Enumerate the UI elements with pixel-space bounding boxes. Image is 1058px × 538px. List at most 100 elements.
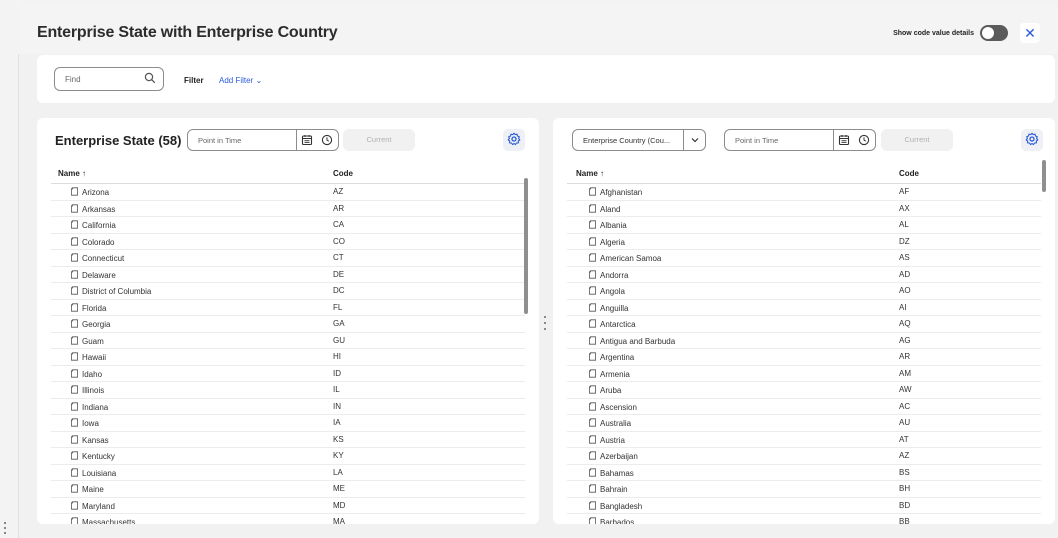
table-row[interactable]: Iowa IA <box>51 415 525 432</box>
table-row[interactable]: Andorra AD <box>567 267 1041 283</box>
row-code: AS <box>899 253 910 262</box>
code-value-toggle[interactable] <box>980 25 1008 41</box>
code-value-icon <box>588 269 597 281</box>
chevron-down-icon[interactable] <box>689 134 701 148</box>
code-value-icon <box>588 335 597 347</box>
table-row[interactable]: Australia AU <box>567 415 1041 432</box>
code-value-icon <box>588 484 597 495</box>
row-name-cell: Bahamas <box>588 467 634 479</box>
table-row[interactable]: Anguilla AI <box>567 300 1041 316</box>
current-button[interactable]: Current <box>343 129 415 151</box>
table-row[interactable]: Louisiana LA <box>51 465 525 481</box>
table-row[interactable]: Kentucky KY <box>51 448 525 465</box>
clock-icon[interactable] <box>321 134 333 148</box>
settings-button[interactable] <box>503 129 525 151</box>
column-header-code[interactable]: Code <box>899 169 919 178</box>
table-row[interactable]: Connecticut CT <box>51 250 525 267</box>
table-row[interactable]: Afghanistan AF <box>567 184 1041 201</box>
column-header-code[interactable]: Code <box>333 169 353 178</box>
table-row[interactable]: Bahamas BS <box>567 465 1041 481</box>
column-header-name[interactable]: Name ↑ <box>58 169 86 178</box>
row-name: Arkansas <box>82 204 116 214</box>
table-row[interactable]: Aruba AW <box>567 382 1041 399</box>
point-in-time-input[interactable]: Point in Time <box>724 129 876 151</box>
row-code: AR <box>333 203 345 213</box>
row-name-cell: California <box>70 220 116 231</box>
current-button[interactable]: Current <box>881 129 953 151</box>
table-row[interactable]: Kansas KS <box>51 432 525 448</box>
table-row[interactable]: Algeria DZ <box>567 234 1041 250</box>
row-name-cell: Arizona <box>70 187 109 198</box>
table-row[interactable]: Colorado CO <box>51 234 525 250</box>
code-value-icon <box>70 286 79 297</box>
table-row[interactable]: Georgia GA <box>51 316 525 333</box>
row-name-cell: Austria <box>588 434 625 446</box>
table-row[interactable]: Guam GU <box>51 333 525 349</box>
table-row[interactable]: Angola AO <box>567 283 1041 300</box>
table-row[interactable]: Barbados BB <box>567 514 1041 524</box>
table-row[interactable]: Austria AT <box>567 432 1041 448</box>
code-value-icon <box>70 269 79 281</box>
calendar-icon[interactable] <box>838 134 850 148</box>
row-code: AZ <box>333 187 344 196</box>
calendar-icon[interactable] <box>301 134 313 148</box>
row-code: GA <box>333 319 345 328</box>
table-row[interactable]: District of Columbia DC <box>51 283 525 300</box>
code-value-icon <box>588 286 597 297</box>
table-row[interactable]: Antarctica AQ <box>567 316 1041 333</box>
row-name: Algeria <box>600 237 625 247</box>
row-code: AT <box>899 434 909 444</box>
search-icon[interactable] <box>144 72 156 86</box>
table-row[interactable]: Hawaii HI <box>51 349 525 366</box>
row-name: Aruba <box>600 386 622 395</box>
table-row[interactable]: Arkansas AR <box>51 201 525 217</box>
table-row[interactable]: Delaware DE <box>51 267 525 283</box>
table-row[interactable]: Azerbaijan AZ <box>567 448 1041 465</box>
table-row[interactable]: American Samoa AS <box>567 250 1041 267</box>
resize-handle[interactable] <box>3 522 7 534</box>
panel-splitter-handle[interactable] <box>543 316 547 330</box>
table-row[interactable]: Albania AL <box>567 217 1041 234</box>
table-row[interactable]: Massachusetts MA <box>51 514 525 524</box>
code-value-icon <box>588 253 597 264</box>
divider <box>683 129 684 151</box>
row-name-cell: Anguilla <box>588 302 628 314</box>
row-name: Idaho <box>82 369 103 379</box>
entity-select[interactable]: Enterprise Country (Cou... <box>572 129 706 151</box>
row-name: Bahrain <box>600 485 628 494</box>
table-row[interactable]: Illinois IL <box>51 382 525 399</box>
row-name-cell: Arkansas <box>70 203 116 215</box>
table-row[interactable]: Bahrain BH <box>567 481 1041 498</box>
settings-button[interactable] <box>1021 129 1043 151</box>
clock-icon[interactable] <box>858 134 870 148</box>
close-button[interactable]: ✕ <box>1020 23 1040 43</box>
divider <box>833 129 834 151</box>
table-row[interactable]: California CA <box>51 217 525 234</box>
table-row[interactable]: Antigua and Barbuda AG <box>567 333 1041 349</box>
table-row[interactable]: Argentina AR <box>567 349 1041 366</box>
row-code: KS <box>333 434 344 444</box>
code-value-icon <box>70 385 79 396</box>
table-row[interactable]: Bangladesh BD <box>567 498 1041 514</box>
table-row[interactable]: Aland AX <box>567 201 1041 217</box>
column-header-name[interactable]: Name ↑ <box>576 169 604 178</box>
row-name: Azerbaijan <box>600 452 638 461</box>
scrollbar[interactable] <box>524 178 528 314</box>
table-row[interactable]: Armenia AM <box>567 366 1041 382</box>
row-name-cell: Armenia <box>588 368 630 380</box>
search-input[interactable]: Find <box>54 67 164 91</box>
table-row[interactable]: Florida FL <box>51 300 525 316</box>
table-row[interactable]: Maryland MD <box>51 498 525 514</box>
table-row[interactable]: Ascension AC <box>567 399 1041 415</box>
add-filter-button[interactable]: Add Filter ⌄ <box>219 76 262 85</box>
row-name: Guam <box>82 336 104 346</box>
point-in-time-input[interactable]: Point in Time <box>187 129 339 151</box>
scrollbar[interactable] <box>1042 160 1046 192</box>
table-row[interactable]: Idaho ID <box>51 366 525 382</box>
gear-icon <box>507 132 521 148</box>
table-row[interactable]: Arizona AZ <box>51 184 525 201</box>
row-name-cell: Louisiana <box>70 467 116 479</box>
table-row[interactable]: Indiana IN <box>51 399 525 415</box>
filter-label: Filter <box>184 76 204 85</box>
table-row[interactable]: Maine ME <box>51 481 525 498</box>
